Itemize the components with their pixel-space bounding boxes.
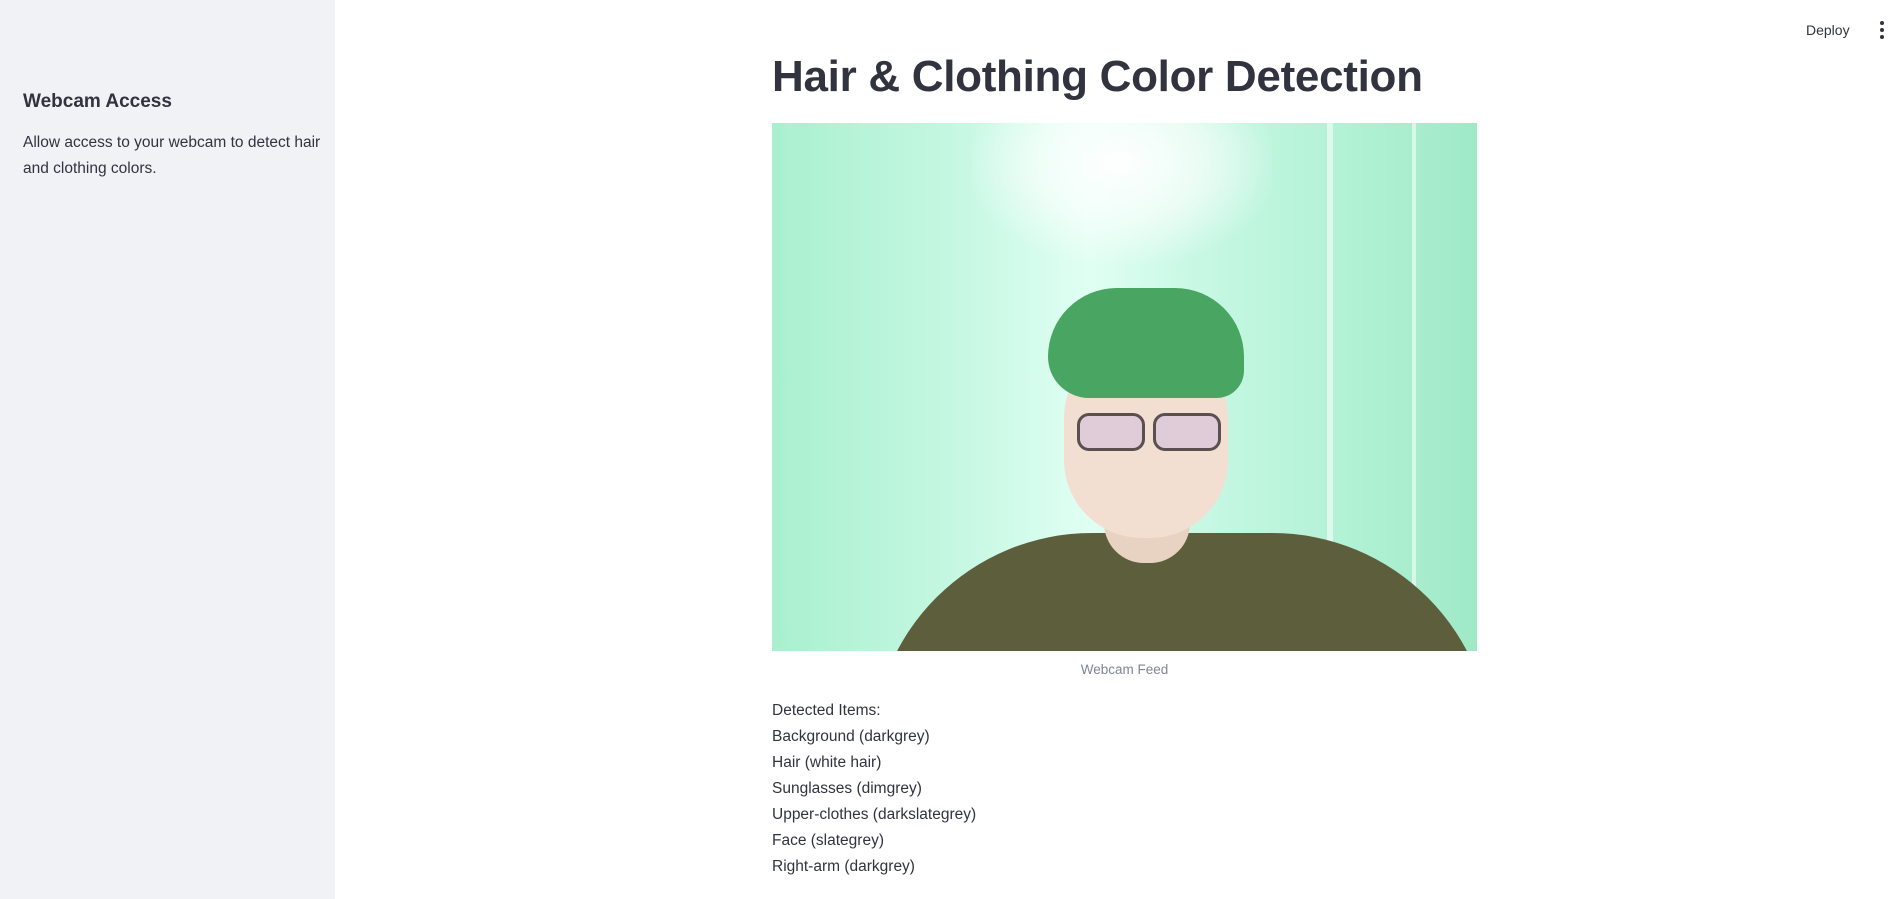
detected-items-list: Detected Items: Background (darkgrey) Ha… — [772, 698, 976, 880]
list-item: Upper-clothes (darkslategrey) — [772, 806, 977, 823]
kebab-menu-icon[interactable] — [1874, 18, 1890, 42]
list-item: Right-arm (darkgrey) — [772, 858, 915, 875]
app-root: Webcam Access Allow access to your webca… — [0, 0, 1902, 899]
sidebar-title: Webcam Access — [23, 91, 172, 112]
sidebar: Webcam Access Allow access to your webca… — [0, 0, 335, 899]
image-caption: Webcam Feed — [1080, 662, 1169, 677]
deploy-button[interactable]: Deploy — [1800, 18, 1856, 42]
sidebar-description: Allow access to your webcam to detect ha… — [23, 134, 321, 177]
list-item: Hair (white hair) — [772, 754, 882, 771]
results-heading: Detected Items: — [772, 702, 881, 719]
page-title: Hair & Clothing Color Detection — [772, 52, 1423, 101]
list-item: Face (slategrey) — [772, 832, 884, 849]
webcam-feed-image — [772, 123, 1477, 651]
list-item: Sunglasses (dimgrey) — [772, 780, 922, 797]
list-item: Background (darkgrey) — [772, 728, 930, 745]
